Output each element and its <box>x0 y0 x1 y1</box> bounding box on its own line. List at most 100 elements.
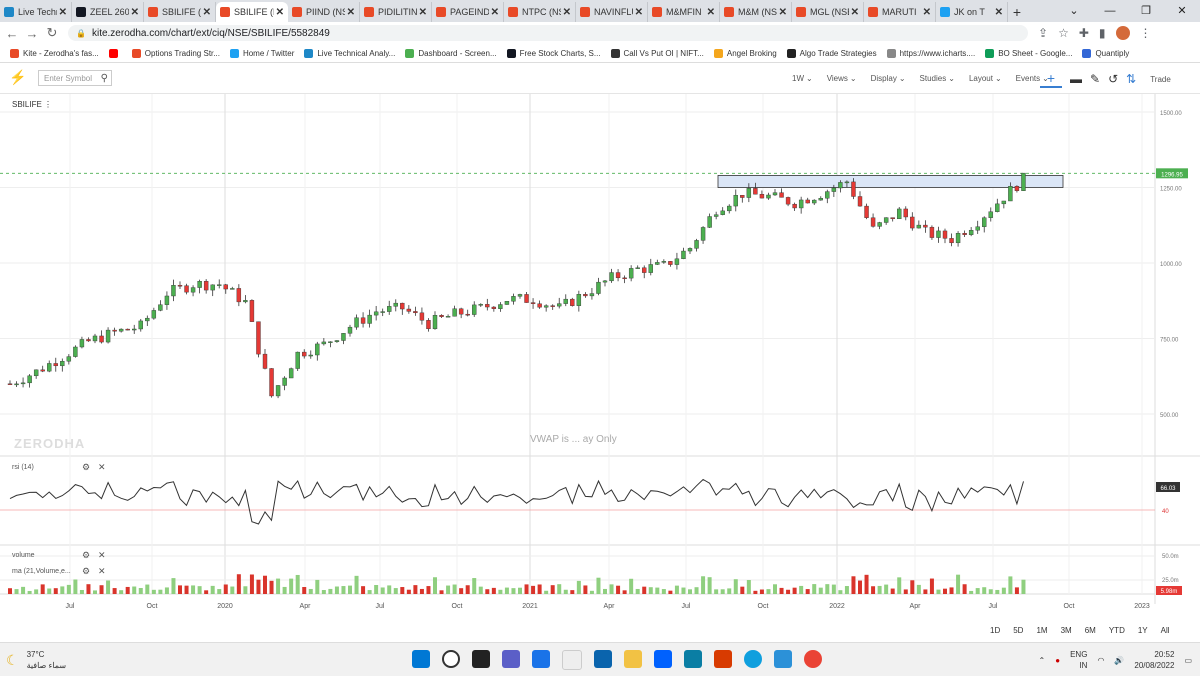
language-sub[interactable]: IN <box>1070 660 1087 671</box>
volume-settings-icon[interactable]: ⚙ <box>82 550 90 561</box>
symbol-search-input[interactable]: Enter Symbol ⚲ <box>38 70 112 86</box>
chart-menu-display[interactable]: Display <box>871 74 897 83</box>
chart-area[interactable]: 1500.00 1250.00 1000.00 750.00 500.00 Jul Oct 2… <box>0 94 1200 624</box>
bookmark-item[interactable]: Kite - Zerodha's fas... <box>10 48 99 58</box>
restore-icon[interactable]: ❐ <box>1128 0 1164 22</box>
ma-settings-icon[interactable]: ⚙ <box>82 566 90 577</box>
ma-close-icon[interactable]: ✕ <box>98 566 106 577</box>
close-tab-icon[interactable]: ✕ <box>347 7 355 18</box>
close-tab-icon[interactable]: ✕ <box>491 7 499 18</box>
browser-tab[interactable]: PIIND (NS ✕ <box>288 2 360 22</box>
windows-start-icon[interactable] <box>412 650 430 668</box>
range-ytd[interactable]: YTD <box>1109 626 1125 635</box>
antivirus-icon[interactable]: ● <box>1055 656 1060 665</box>
bookmark-item[interactable]: BO Sheet - Google... <box>985 48 1072 58</box>
tab-search-icon[interactable]: ⌄ <box>1056 0 1092 22</box>
weather-widget[interactable]: ☾ 37°C سماء صافية <box>6 649 66 671</box>
rsi-settings-icon[interactable]: ⚙ <box>82 462 90 473</box>
range-3m[interactable]: 3M <box>1061 626 1072 635</box>
close-tab-icon[interactable]: ✕ <box>59 7 67 18</box>
chart-menu-1w[interactable]: 1W <box>792 74 804 83</box>
chart-menu-layout[interactable]: Layout <box>969 74 993 83</box>
menu-icon[interactable]: ⋮ <box>1140 26 1152 40</box>
sidebar-icon[interactable]: ▮ <box>1099 26 1106 40</box>
range-1d[interactable]: 1D <box>990 626 1000 635</box>
bookmark-item[interactable] <box>108 48 122 58</box>
share-icon[interactable]: ⇪ <box>1038 26 1048 40</box>
bookmark-item[interactable]: Live Technical Analy... <box>304 48 395 58</box>
browser-tab[interactable]: PIDILITIN ✕ <box>360 2 432 22</box>
office-icon[interactable] <box>714 650 732 668</box>
volume-icon[interactable]: 🔊 <box>1114 656 1124 665</box>
range-6m[interactable]: 6M <box>1085 626 1096 635</box>
clock-date[interactable]: 20/08/2022 <box>1134 660 1174 671</box>
minimize-icon[interactable]: — <box>1092 0 1128 22</box>
new-tab-icon[interactable]: + <box>1008 2 1026 22</box>
store-icon[interactable] <box>532 650 550 668</box>
trade-icon[interactable]: ⇅ <box>1126 72 1136 86</box>
close-tab-icon[interactable]: ✕ <box>131 7 139 18</box>
close-window-icon[interactable]: ✕ <box>1164 0 1200 22</box>
browser-tab[interactable]: MGL (NSE✕ <box>792 2 864 22</box>
browser-tab[interactable]: JK on T ✕ <box>936 2 1008 22</box>
teamviewer-icon[interactable] <box>684 650 702 668</box>
reload-icon[interactable]: ↻ <box>44 25 60 41</box>
chart-menu-events[interactable]: Events <box>1016 74 1040 83</box>
task-view-icon[interactable] <box>472 650 490 668</box>
url-field[interactable]: 🔒 kite.zerodha.com/chart/ext/ciq/NSE/SBI… <box>68 25 1028 41</box>
rsi-close-icon[interactable]: ✕ <box>98 462 106 473</box>
bookmark-item[interactable]: Dashboard - Screen... <box>405 48 497 58</box>
trade-button[interactable]: Trade <box>1150 75 1171 84</box>
close-tab-icon[interactable]: ✕ <box>276 7 284 18</box>
star-icon[interactable]: ☆ <box>1058 26 1069 40</box>
bookmark-item[interactable]: Options Trading Str... <box>131 48 220 58</box>
close-tab-icon[interactable]: ✕ <box>203 7 211 18</box>
close-tab-icon[interactable]: ✕ <box>707 7 715 18</box>
range-1y[interactable]: 1Y <box>1138 626 1148 635</box>
folder-icon[interactable] <box>624 650 642 668</box>
wifi-icon[interactable]: ◠ <box>1097 656 1104 665</box>
tray-chevron-icon[interactable]: ⌃ <box>1039 656 1046 665</box>
undo-icon[interactable]: ↺ <box>1108 72 1118 86</box>
browser-tab[interactable]: SBILIFE (N✕ <box>144 2 216 22</box>
chrome-icon[interactable] <box>804 650 822 668</box>
browser-tab[interactable]: PAGEIND ✕ <box>432 2 504 22</box>
bookmark-item[interactable]: Quantiply <box>1082 48 1129 58</box>
symbol-menu-icon[interactable]: ⋮ <box>44 100 52 109</box>
range-1m[interactable]: 1M <box>1036 626 1047 635</box>
crosshair-icon[interactable]: + <box>1040 70 1062 88</box>
bookmark-item[interactable]: Free Stock Charts, S... <box>506 48 601 58</box>
extensions-icon[interactable]: ✚ <box>1079 26 1089 40</box>
close-tab-icon[interactable]: ✕ <box>851 7 859 18</box>
profile-avatar[interactable] <box>1115 26 1130 40</box>
teams-icon[interactable] <box>502 650 520 668</box>
chart-menu-studies[interactable]: Studies <box>920 74 947 83</box>
browser-tab[interactable]: NAVINFLU✕ <box>576 2 648 22</box>
telegram-icon[interactable] <box>774 650 792 668</box>
chart-menu-views[interactable]: Views <box>827 74 848 83</box>
close-tab-icon[interactable]: ✕ <box>419 7 427 18</box>
close-tab-icon[interactable]: ✕ <box>635 7 643 18</box>
search-icon[interactable] <box>442 650 460 668</box>
range-all[interactable]: All <box>1161 626 1170 635</box>
price-chart[interactable]: 1500.00 1250.00 1000.00 750.00 500.00 Jul Oct 2… <box>0 94 1200 624</box>
close-tab-icon[interactable]: ✕ <box>923 7 931 18</box>
bookmark-item[interactable]: https://www.icharts.... <box>886 48 975 58</box>
volume-close-icon[interactable]: ✕ <box>98 550 106 561</box>
notifications-icon[interactable]: ▭ <box>1184 656 1192 665</box>
mail-icon[interactable] <box>594 650 612 668</box>
close-tab-icon[interactable]: ✕ <box>779 7 787 18</box>
bookmark-item[interactable]: Home / Twitter <box>229 48 294 58</box>
language[interactable]: ENG <box>1070 649 1087 660</box>
edge-icon[interactable] <box>744 650 762 668</box>
bookmark-item[interactable]: Algo Trade Strategies <box>786 48 877 58</box>
browser-tab[interactable]: M&M (NS ✕ <box>720 2 792 22</box>
back-icon[interactable]: ← <box>4 26 20 41</box>
clock-time[interactable]: 20:52 <box>1134 649 1174 660</box>
app-icon[interactable] <box>562 650 582 670</box>
close-tab-icon[interactable]: ✕ <box>563 7 571 18</box>
forward-icon[interactable]: → <box>24 26 40 41</box>
browser-tab[interactable]: M&MFIN ✕ <box>648 2 720 22</box>
dropbox-icon[interactable] <box>654 650 672 668</box>
browser-tab[interactable]: NTPC (NS ✕ <box>504 2 576 22</box>
